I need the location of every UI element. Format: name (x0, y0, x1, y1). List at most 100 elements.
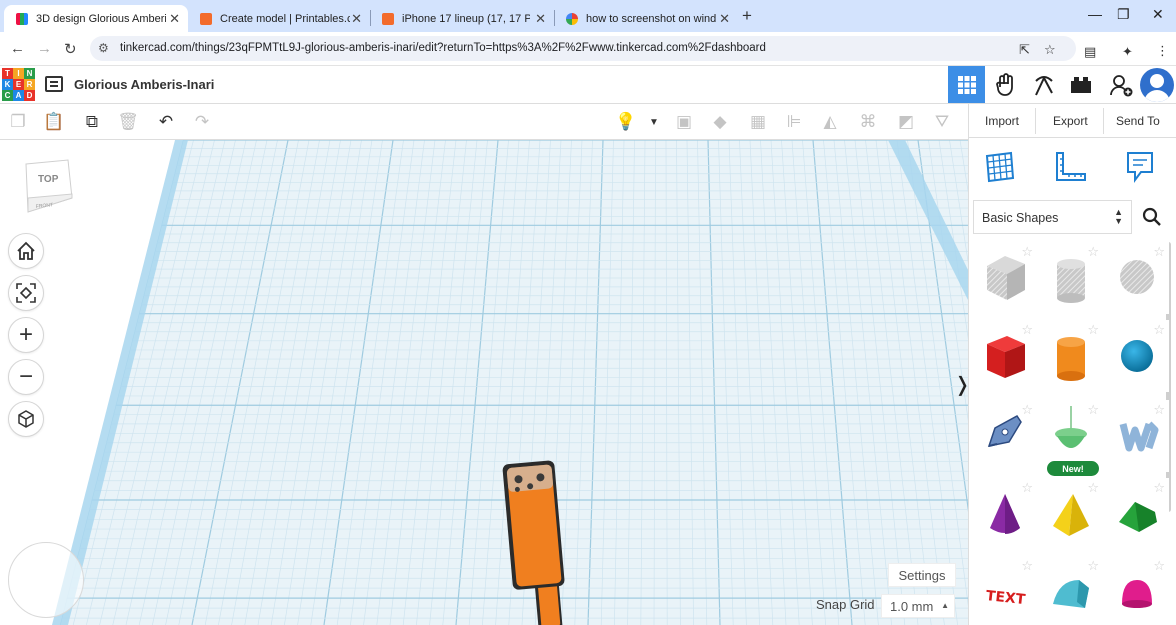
menu-kebab-icon[interactable]: ⋮ (1156, 43, 1169, 59)
delete-icon[interactable]: 🗑 (116, 111, 140, 133)
notes-lightbulb-icon[interactable]: 💡 (614, 111, 638, 133)
redo-icon[interactable]: ↷ (190, 111, 214, 133)
undo-icon[interactable]: ↶ (154, 111, 178, 133)
perspective-button[interactable] (8, 401, 44, 437)
close-tab-icon[interactable]: ✕ (169, 11, 180, 27)
back-icon[interactable]: ← (10, 40, 25, 57)
home-view-button[interactable] (8, 233, 44, 269)
url-field[interactable]: ⚙ tinkercad.com/things/23qFPMTtL9J-glori… (90, 36, 1076, 61)
duplicate-icon[interactable]: ⧉ (80, 111, 104, 133)
favorite-star-icon[interactable]: ☆ (1153, 323, 1165, 336)
ruler-tool-icon[interactable] (1053, 150, 1089, 184)
cube-perspective-icon (18, 410, 34, 428)
reload-icon[interactable]: ↻ (64, 40, 77, 58)
export-button[interactable]: Export (1053, 114, 1088, 128)
notes-tool-icon[interactable] (1125, 150, 1155, 184)
browser-tab-google[interactable]: how to screenshot on windows ✕ (554, 5, 738, 32)
paste-icon[interactable]: 📋 (42, 111, 66, 133)
restore-icon[interactable]: ❐ (1117, 6, 1130, 23)
notes-dropdown-icon[interactable]: ▼ (642, 111, 666, 133)
shape-cylinder[interactable]: ☆ (1039, 320, 1103, 392)
add-user-button[interactable] (1102, 66, 1139, 103)
browser-tab-tinkercad[interactable]: 3D design Glorious Amberis-Inari ✕ (4, 5, 188, 32)
close-tab-icon[interactable]: ✕ (351, 11, 362, 27)
shape-cone[interactable]: ☆ (973, 478, 1037, 550)
shape-sphere[interactable]: ☆ (1105, 320, 1169, 392)
avatar[interactable] (1140, 68, 1174, 102)
shape-cylinder-hole[interactable]: ☆ (1039, 242, 1103, 314)
shape-search-button[interactable] (1135, 200, 1169, 234)
copy-icon[interactable]: ❐ (6, 111, 30, 133)
workplane-grid[interactable] (0, 140, 968, 625)
snap-grid-select[interactable]: 1.0 mm ▲ (881, 594, 955, 618)
orbit-control[interactable] (8, 542, 84, 618)
favorite-star-icon[interactable]: ☆ (1021, 481, 1033, 494)
reading-list-icon[interactable]: ▤ (1084, 44, 1096, 60)
logo-letter: R (24, 79, 35, 90)
group-icon[interactable]: ◆ (708, 111, 732, 133)
show-all-icon[interactable]: ▣ (672, 111, 696, 133)
zoom-out-button[interactable]: − (8, 359, 44, 395)
favorite-star-icon[interactable]: ☆ (1087, 403, 1099, 416)
collapse-panel-icon[interactable]: ❭ (954, 372, 968, 397)
workplane-icon[interactable]: ⛛ (930, 111, 954, 133)
new-tab-icon[interactable]: + (742, 6, 752, 26)
ungroup-icon[interactable]: ▦ (746, 111, 770, 133)
shape-paraboloid[interactable]: ☆ (1105, 556, 1169, 625)
shape-roof[interactable]: ☆ (1105, 478, 1169, 550)
settings-button[interactable]: Settings (888, 563, 956, 587)
browser-tab-iphone[interactable]: iPhone 17 lineup (17, 17 Pro, 17 Pro Max… (370, 5, 554, 32)
shape-box-hole[interactable]: ☆ (973, 242, 1037, 314)
shape-half-cylinder[interactable]: ☆ (1039, 556, 1103, 625)
zoom-in-button[interactable]: + (8, 317, 44, 353)
shape-spinning-top[interactable]: ☆ New! (1039, 400, 1103, 476)
close-tab-icon[interactable]: ✕ (535, 11, 546, 27)
workplane-viewport[interactable]: ❭ (0, 140, 968, 625)
3d-view-grid-button[interactable] (948, 66, 985, 103)
view-cube[interactable]: TOP FRONT (24, 158, 74, 216)
align-icon[interactable]: ⊫ (782, 111, 806, 133)
ruler-icon[interactable]: ◩ (894, 111, 918, 133)
favorite-star-icon[interactable]: ☆ (1153, 403, 1165, 416)
cruise-icon[interactable]: ⌘ (856, 111, 880, 133)
design-title[interactable]: Glorious Amberis-Inari (74, 77, 214, 92)
close-window-icon[interactable]: ✕ (1152, 6, 1164, 23)
shape-sphere-hole[interactable]: ☆ (1105, 242, 1169, 314)
shape-box[interactable]: ☆ (973, 320, 1037, 392)
install-app-icon[interactable]: ⇱ (1019, 42, 1030, 58)
forward-icon[interactable]: → (37, 40, 52, 57)
mirror-icon[interactable]: ◭ (818, 111, 842, 133)
import-button[interactable]: Import (985, 114, 1019, 128)
send-to-button[interactable]: Send To (1116, 114, 1160, 128)
favorite-star-icon[interactable]: ☆ (1087, 245, 1099, 258)
shape-text-3d[interactable]: ☆ (1105, 400, 1169, 472)
fit-view-button[interactable] (8, 275, 44, 311)
browser-tab-printables[interactable]: Create model | Printables.com ✕ (188, 5, 370, 32)
favorite-star-icon[interactable]: ☆ (1021, 559, 1033, 572)
blocks-button[interactable] (1025, 66, 1062, 103)
bookmark-star-icon[interactable]: ☆ (1044, 42, 1056, 58)
minimize-icon[interactable]: — (1088, 6, 1102, 22)
svg-text:TEXT: TEXT (985, 588, 1026, 608)
extensions-icon[interactable]: ✦ (1122, 44, 1133, 60)
bricks-button[interactable] (1062, 66, 1099, 103)
favorite-star-icon[interactable]: ☆ (1087, 481, 1099, 494)
design-list-icon[interactable] (45, 76, 63, 92)
close-tab-icon[interactable]: ✕ (719, 11, 730, 27)
favorite-star-icon[interactable]: ☆ (1021, 323, 1033, 336)
shape-text[interactable]: TEXT ☆ (973, 556, 1037, 625)
favorite-star-icon[interactable]: ☆ (1087, 323, 1099, 336)
favorite-star-icon[interactable]: ☆ (1153, 481, 1165, 494)
favorite-star-icon[interactable]: ☆ (1021, 403, 1033, 416)
favorite-star-icon[interactable]: ☆ (1021, 245, 1033, 258)
site-info-icon[interactable]: ⚙ (98, 41, 109, 55)
shape-pyramid[interactable]: ☆ (1039, 478, 1103, 550)
favorite-star-icon[interactable]: ☆ (1153, 245, 1165, 258)
sim-lab-button[interactable] (987, 66, 1024, 103)
workplane-tool-icon[interactable] (983, 150, 1017, 184)
shape-library-select[interactable]: Basic Shapes ▲ ▼ (973, 200, 1132, 234)
shape-scribble[interactable]: ☆ (973, 400, 1037, 472)
tinkercad-logo[interactable]: T I N K E R C A D (2, 68, 35, 101)
favorite-star-icon[interactable]: ☆ (1153, 559, 1165, 572)
favorite-star-icon[interactable]: ☆ (1087, 559, 1099, 572)
